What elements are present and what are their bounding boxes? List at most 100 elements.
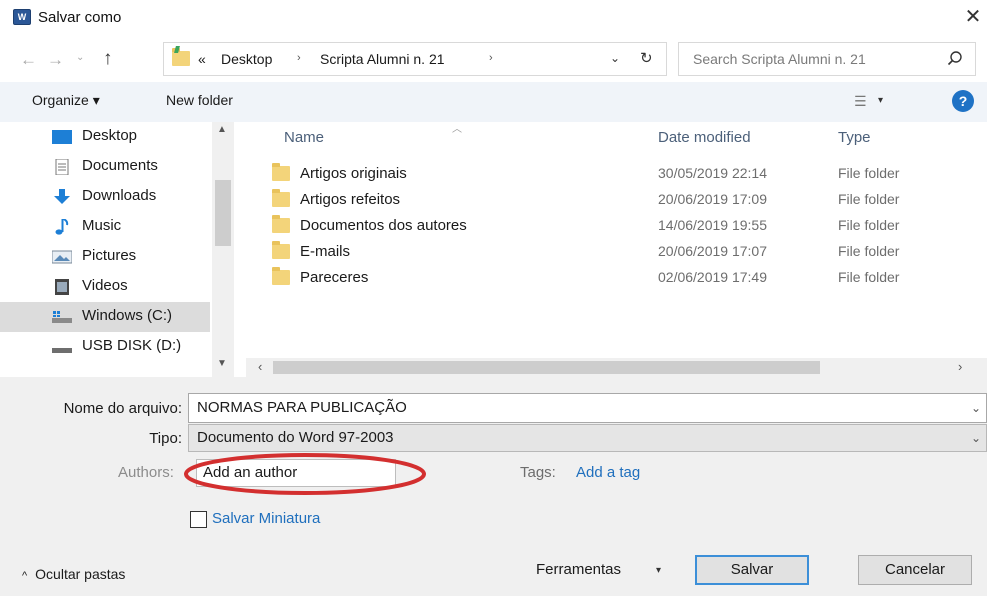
save-thumbnail-checkbox[interactable] — [190, 511, 207, 528]
hide-folders-label: Ocultar pastas — [35, 566, 126, 582]
sort-ascending-icon: ︿ — [452, 124, 462, 135]
drive-c-icon — [52, 311, 72, 323]
chevron-up-icon: ^ — [22, 570, 28, 582]
command-toolbar: Organize ▾ New folder ☰ ▾ ? — [0, 82, 987, 122]
horizontal-scrollbar[interactable]: ‹ › — [246, 358, 987, 377]
search-input[interactable]: Search Scripta Alumni n. 21 — [678, 42, 976, 76]
usb-drive-icon — [52, 348, 72, 353]
tools-button[interactable]: Ferramentas — [536, 561, 621, 578]
authors-value: Add an author — [203, 464, 298, 481]
filename-value: NORMAS PARA PUBLICAÇÃO — [197, 399, 407, 416]
sidebar-item-videos[interactable]: Videos — [0, 272, 210, 302]
file-type: File folder — [838, 217, 900, 233]
recent-locations-chevron-icon[interactable]: ⌄ — [76, 52, 84, 63]
scroll-down-icon[interactable]: ▼ — [217, 358, 227, 369]
table-row[interactable]: Artigos originais 30/05/2019 22:14 File … — [246, 162, 987, 188]
search-placeholder: Search Scripta Alumni n. 21 — [693, 51, 866, 67]
search-icon[interactable] — [945, 49, 965, 69]
downloads-icon — [54, 189, 70, 204]
file-type: File folder — [838, 269, 900, 285]
filename-input[interactable]: NORMAS PARA PUBLICAÇÃO ⌄ — [188, 393, 987, 423]
folder-icon — [272, 215, 290, 233]
breadcrumb-scripta-alumni[interactable]: Scripta Alumni n. 21 — [320, 51, 445, 67]
tools-dropdown-icon[interactable]: ▾ — [656, 565, 661, 576]
sidebar-item-downloads[interactable]: Downloads — [0, 182, 210, 212]
tags-label: Tags: — [520, 464, 556, 481]
folder-icon — [272, 163, 290, 181]
sidebar-item-label: Windows (C:) — [82, 307, 173, 324]
sidebar-item-label: Music — [82, 217, 122, 234]
file-type-label: Tipo: — [149, 430, 182, 447]
title-bar: W Salvar como ✕ — [0, 0, 987, 36]
navigation-pane: Desktop Documents Downloads Music Pictur… — [0, 122, 246, 377]
sidebar-item-label: Pictures — [82, 247, 137, 264]
hide-folders-button[interactable]: ^ Ocultar pastas — [22, 566, 125, 582]
folder-icon — [172, 48, 190, 66]
view-dropdown-icon[interactable]: ▾ — [878, 95, 883, 106]
authors-label: Authors: — [118, 464, 174, 481]
sidebar-item-music[interactable]: Music — [0, 212, 210, 242]
help-icon[interactable]: ? — [952, 90, 974, 112]
chevron-down-icon[interactable]: ⌄ — [971, 431, 981, 445]
scroll-up-icon[interactable]: ▲ — [217, 124, 227, 135]
file-type-select[interactable]: Documento do Word 97-2003 ⌄ — [188, 424, 987, 452]
view-options-icon[interactable]: ☰ — [854, 93, 867, 110]
folder-icon — [272, 241, 290, 259]
breadcrumb-separator-icon[interactable]: › — [297, 52, 301, 64]
file-type: File folder — [838, 191, 900, 207]
file-date: 20/06/2019 17:09 — [658, 191, 767, 207]
sidebar-item-windows-c[interactable]: Windows (C:) — [0, 302, 210, 332]
desktop-icon — [52, 130, 72, 144]
column-header-type[interactable]: Type — [838, 129, 871, 146]
table-row[interactable]: Documentos dos autores 14/06/2019 19:55 … — [246, 214, 987, 240]
table-row[interactable]: E-mails 20/06/2019 17:07 File folder — [246, 240, 987, 266]
new-folder-button[interactable]: New folder — [166, 92, 233, 108]
file-type-value: Documento do Word 97-2003 — [197, 429, 394, 446]
address-bar[interactable]: « Desktop › Scripta Alumni n. 21 › ⌄ ↻ — [163, 42, 667, 76]
file-name: Artigos originais — [300, 165, 407, 182]
address-dropdown-icon[interactable]: ⌄ — [610, 51, 620, 65]
sidebar-item-label: Documents — [82, 157, 158, 174]
sidebar-item-documents[interactable]: Documents — [0, 152, 210, 182]
table-row[interactable]: Artigos refeitos 20/06/2019 17:09 File f… — [246, 188, 987, 214]
breadcrumb-desktop[interactable]: Desktop — [221, 51, 272, 67]
table-row[interactable]: Pareceres 02/06/2019 17:49 File folder — [246, 266, 987, 292]
authors-input[interactable]: Add an author — [196, 459, 396, 487]
scroll-thumb[interactable] — [215, 180, 231, 246]
organize-button[interactable]: Organize ▾ — [32, 92, 100, 109]
sidebar-item-desktop[interactable]: Desktop — [0, 122, 210, 152]
column-header-name[interactable]: Name — [284, 129, 324, 146]
address-overflow-chevron[interactable]: « — [198, 51, 206, 67]
sidebar-item-label: Desktop — [82, 127, 138, 144]
sidebar-scrollbar[interactable]: ▲ ▼ — [212, 122, 234, 377]
save-thumbnail-label[interactable]: Salvar Miniatura — [212, 510, 320, 527]
close-icon[interactable]: ✕ — [962, 5, 984, 29]
breadcrumb-separator-icon[interactable]: › — [489, 52, 493, 64]
up-arrow-icon[interactable]: ↑ — [103, 48, 113, 70]
back-arrow-icon[interactable]: ← — [20, 50, 37, 70]
word-app-icon: W — [13, 9, 31, 25]
music-icon — [55, 219, 69, 235]
cancel-button[interactable]: Cancelar — [858, 555, 972, 585]
videos-icon — [55, 279, 69, 295]
sidebar-item-pictures[interactable]: Pictures — [0, 242, 210, 272]
scroll-right-icon[interactable]: › — [958, 359, 962, 374]
forward-arrow-icon[interactable]: → — [47, 50, 64, 70]
sidebar-item-usb-disk[interactable]: USB DISK (D:) — [0, 332, 210, 362]
scroll-thumb[interactable] — [273, 361, 820, 374]
sidebar-item-label: USB DISK (D:) — [82, 337, 182, 354]
refresh-icon[interactable]: ↻ — [640, 49, 653, 67]
chevron-down-icon[interactable]: ⌄ — [971, 401, 981, 415]
sidebar-item-label: Videos — [82, 277, 128, 294]
file-type: File folder — [838, 165, 900, 181]
scroll-left-icon[interactable]: ‹ — [258, 359, 262, 374]
column-header-date[interactable]: Date modified — [658, 129, 751, 146]
add-tag-link[interactable]: Add a tag — [576, 464, 640, 481]
file-list: Name ︿ Date modified Type Artigos origin… — [246, 122, 987, 377]
save-options-panel: Nome do arquivo: NORMAS PARA PUBLICAÇÃO … — [0, 377, 987, 596]
file-name: E-mails — [300, 243, 351, 260]
save-button[interactable]: Salvar — [695, 555, 809, 585]
folder-icon — [272, 267, 290, 285]
window-title: Salvar como — [38, 9, 122, 26]
folder-icon — [272, 189, 290, 207]
